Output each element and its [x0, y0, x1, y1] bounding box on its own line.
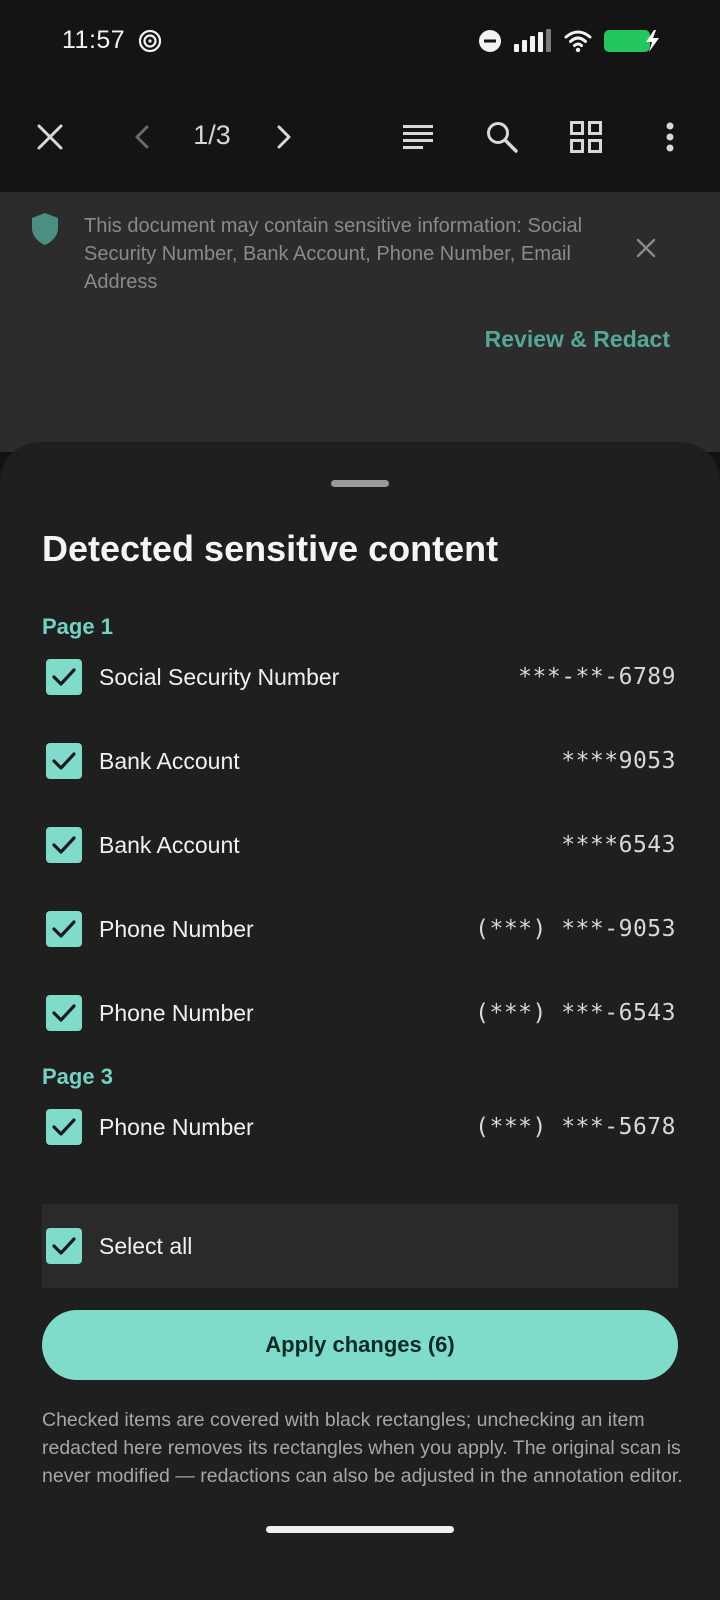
list-item[interactable]: Phone Number (***) ***-9053 [42, 898, 678, 960]
list-item[interactable]: Bank Account ****6543 [42, 814, 678, 876]
checkbox[interactable] [46, 827, 82, 863]
item-label: Phone Number [99, 1113, 254, 1140]
search-icon [487, 122, 518, 153]
shield-icon [32, 213, 58, 245]
checkbox[interactable] [46, 911, 82, 947]
list-item[interactable]: Bank Account ****9053 [42, 730, 678, 792]
checkmark-icon [52, 752, 76, 770]
more-options-button[interactable] [654, 82, 686, 192]
item-label: Social Security Number [99, 663, 340, 690]
item-value: ****6543 [561, 832, 676, 858]
gesture-nav-bar[interactable] [266, 1526, 454, 1533]
sheet-title: Detected sensitive content [42, 528, 499, 569]
wifi-icon [564, 30, 592, 53]
list-item[interactable]: Phone Number (***) ***-6543 [42, 982, 678, 1044]
document-toolbar: 1/3 [0, 82, 720, 192]
status-bar: 11:57 [0, 0, 720, 82]
review-redact-button[interactable]: Review & Redact [485, 326, 670, 353]
prev-page-button[interactable] [124, 82, 160, 192]
page-indicator: 1/3 [193, 120, 231, 150]
text-view-icon [403, 125, 433, 149]
banner-close-button[interactable] [636, 238, 656, 263]
checkbox[interactable] [46, 743, 82, 779]
section-heading-page-1: Page 1 [42, 614, 113, 639]
close-icon [37, 124, 63, 150]
item-value: (***) ***-6543 [475, 1000, 676, 1026]
grid-view-button[interactable] [566, 82, 606, 192]
item-value: ***-**-6789 [518, 664, 676, 690]
signal-icon [514, 29, 551, 52]
prev-page-icon [135, 125, 149, 149]
checkbox[interactable] [46, 659, 82, 695]
sensitive-info-banner: This document may contain sensitive info… [0, 192, 720, 452]
text-view-button[interactable] [398, 82, 438, 192]
item-label: Bank Account [99, 747, 240, 774]
select-all-label: Select all [99, 1232, 193, 1259]
search-button[interactable] [482, 82, 522, 192]
status-time: 11:57 [62, 26, 126, 54]
checkmark-icon [52, 668, 76, 686]
checkbox[interactable] [46, 995, 82, 1031]
item-label: Phone Number [99, 915, 254, 942]
battery-charging-icon [604, 30, 659, 52]
checkbox[interactable] [46, 1109, 82, 1145]
checkmark-icon [52, 920, 76, 938]
dnd-icon [479, 30, 501, 52]
item-value: (***) ***-9053 [475, 916, 676, 942]
list-item[interactable]: Social Security Number ***-**-6789 [42, 646, 678, 708]
section-heading-page-3: Page 3 [42, 1064, 113, 1089]
checkmark-icon [52, 1118, 76, 1136]
checkmark-icon [52, 1004, 76, 1022]
item-label: Phone Number [99, 999, 254, 1026]
checkmark-icon [52, 1237, 76, 1255]
select-all-row[interactable]: Select all [42, 1204, 678, 1288]
checkmark-icon [52, 836, 76, 854]
item-value: ****9053 [561, 748, 676, 774]
item-value: (***) ***-5678 [475, 1114, 676, 1140]
more-icon [666, 122, 674, 152]
item-label: Bank Account [99, 831, 240, 858]
select-all-checkbox[interactable] [46, 1228, 82, 1264]
redaction-footnote: Checked items are covered with black rec… [42, 1409, 683, 1487]
next-page-button[interactable] [266, 82, 302, 192]
grid-view-icon [570, 121, 602, 153]
close-icon [636, 238, 656, 258]
redaction-bottom-sheet: Detected sensitive content Page 1 Social… [0, 442, 720, 1600]
sheet-drag-handle[interactable] [331, 480, 389, 487]
spiral-icon [138, 29, 162, 53]
banner-message: This document may contain sensitive info… [84, 215, 583, 293]
close-button[interactable] [28, 82, 72, 192]
next-page-icon [277, 125, 291, 149]
list-item[interactable]: Phone Number (***) ***-5678 [42, 1096, 678, 1158]
apply-changes-button[interactable]: Apply changes (6) [42, 1310, 678, 1380]
